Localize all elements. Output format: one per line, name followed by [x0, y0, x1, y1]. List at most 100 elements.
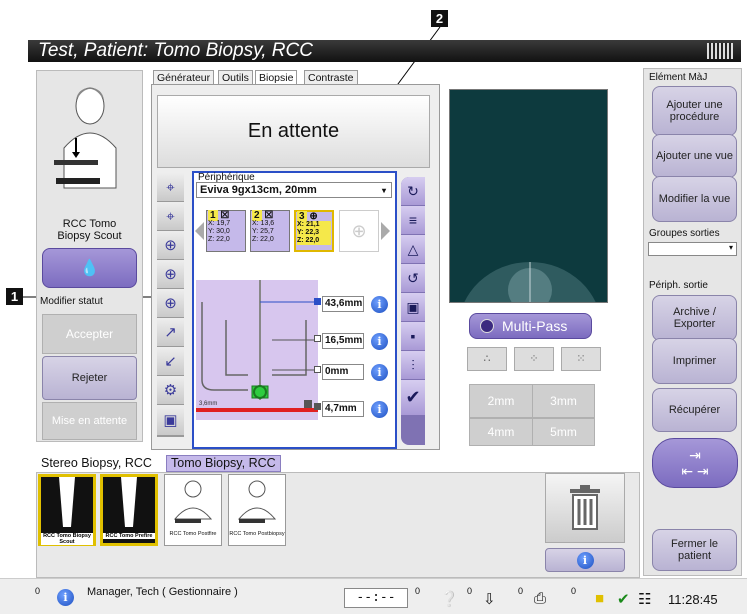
confirm-tool-icon[interactable]: ✔	[401, 380, 425, 416]
current-user: Manager, Tech ( Gestionnaire )	[87, 586, 238, 598]
thumbnail-postbiopsy[interactable]: RCC Tomo Postbiopsy	[228, 474, 286, 546]
note-icon[interactable]: ■	[595, 590, 604, 607]
paddle-center-icon: ⇥	[689, 447, 701, 463]
view-label: RCC Tomo Biopsy Scout	[57, 218, 122, 242]
patient-compression-icon	[54, 87, 117, 189]
depth-marker-3	[314, 366, 321, 373]
home-position-tool-icon[interactable]: ⚙	[157, 376, 184, 405]
device-select[interactable]: Eviva 9gx13cm, 20mm ▾	[196, 182, 392, 198]
tab-contrast[interactable]: Contraste	[304, 70, 358, 85]
tab-tools[interactable]: Outils	[218, 70, 253, 85]
trash-icon[interactable]	[545, 473, 625, 543]
split-tool-icon[interactable]: ⫶	[401, 351, 425, 380]
spacing-4mm-button[interactable]: 4mm	[469, 418, 532, 446]
target-next-arrow-icon[interactable]	[381, 222, 390, 240]
thumbnail-postfire[interactable]: RCC Tomo Postfire	[164, 474, 222, 546]
bottom-tool-icon[interactable]: ▣	[157, 405, 184, 436]
spacing-2mm-button[interactable]: 2mm	[469, 384, 532, 418]
tab-generator[interactable]: Générateur	[153, 70, 215, 85]
tip-tool-icon[interactable]: △	[401, 235, 425, 264]
target-prev-arrow-icon[interactable]	[195, 222, 204, 240]
add-view-button[interactable]: Ajouter une vue	[652, 134, 737, 178]
thumbnail-scout[interactable]: RCC Tomo Biopsy Scout	[38, 474, 96, 546]
output-groups-select[interactable]: ▾	[648, 242, 737, 256]
needle-icon: 💧	[79, 260, 100, 277]
status-info-icon[interactable]: i	[57, 589, 74, 606]
target-box-1[interactable]: 1 ☒ X: 19,7 Y: 30,0 Z: 22,0	[206, 210, 246, 252]
status-count-4: 0	[571, 586, 577, 596]
pattern-button-3[interactable]: ⁙	[561, 347, 601, 371]
target-2-x: X: 13,6	[252, 220, 275, 227]
multipass-button[interactable]: Multi-Pass	[469, 313, 592, 339]
queue-icon[interactable]: ⇩	[483, 590, 496, 608]
spacing-5mm-button[interactable]: 5mm	[532, 418, 595, 446]
monitor-tool-icon[interactable]: ▣	[401, 293, 425, 322]
output-devices-label: Périph. sortie	[649, 280, 708, 291]
needle-up-tool-icon[interactable]: ↗	[157, 318, 184, 347]
depth-marker-4	[314, 403, 321, 410]
status-clock: 11:28:45	[668, 592, 718, 607]
pending-button[interactable]: Mise en attente	[42, 402, 137, 440]
target-1-z: Z: 22,0	[208, 236, 230, 243]
needle-tools-toolbar: ↻ ≡ △ ↺ ▣ ▪ ⫶ ✔	[401, 177, 425, 445]
scout-image	[59, 477, 75, 527]
paddle-sides-icon: ⇤ ⇥	[681, 463, 709, 479]
output-groups-label: Groupes sorties	[649, 228, 720, 239]
info-icon-depth-1[interactable]: i	[371, 296, 388, 313]
target-warning-tool-icon[interactable]: ⊕	[157, 260, 184, 289]
info-icon-depth-4[interactable]: i	[371, 401, 388, 418]
help-icon[interactable]: ❔	[440, 590, 459, 608]
thumbnail-postbiopsy-label: RCC Tomo Postbiopsy	[229, 531, 285, 537]
depth-field-3: 0mm	[322, 364, 364, 380]
info-icon-depth-2[interactable]: i	[371, 333, 388, 350]
postfire-patient-icon	[173, 480, 213, 523]
tab-biopsy[interactable]: Biopsie	[255, 70, 298, 85]
target-move-tool-icon[interactable]: ⊕	[157, 231, 184, 260]
system-ok-icon[interactable]: ✔	[617, 590, 630, 608]
edit-view-button[interactable]: Modifier la vue	[652, 176, 737, 222]
target-align-tool-icon[interactable]: ⊕	[157, 289, 184, 318]
pattern-button-2[interactable]: ⁘	[514, 347, 554, 371]
pattern-button-1[interactable]: ∴	[467, 347, 507, 371]
reverse-tool-icon[interactable]: ↺	[401, 264, 425, 293]
printer-icon[interactable]: ⎙	[534, 590, 546, 607]
status-count-left: 0	[35, 586, 41, 596]
multipass-radio-icon	[480, 319, 494, 333]
image-viewport	[449, 89, 608, 303]
target-box-2[interactable]: 2 ☒ X: 13,6 Y: 25,7 Z: 22,0	[250, 210, 290, 252]
target-2-z: Z: 22,0	[252, 236, 274, 243]
info-icon-depth-3[interactable]: i	[371, 364, 388, 381]
prefire-image	[121, 477, 137, 527]
depth-marker-2	[314, 335, 321, 342]
target-delete-tool-icon[interactable]: ⌖	[157, 202, 184, 231]
thumbnail-info-button[interactable]: i	[545, 548, 625, 572]
thumbnail-prefire-label: RCC Tomo Prefire	[103, 533, 155, 539]
accept-button[interactable]: Accepter	[42, 314, 137, 354]
print-button[interactable]: Imprimer	[652, 338, 737, 384]
reject-button[interactable]: Rejeter	[42, 356, 137, 400]
needle-down-tool-icon[interactable]: ↙	[157, 347, 184, 376]
target-1-x: X: 19,7	[208, 220, 231, 227]
procedure-tab-tomo[interactable]: Tomo Biopsy, RCC	[166, 455, 281, 472]
ruler-tool-icon[interactable]: ≡	[401, 206, 425, 235]
chevron-down-icon: ▾	[381, 186, 386, 195]
needle-tool-icon[interactable]: ▪	[401, 322, 425, 351]
device-select-value: Eviva 9gx13cm, 20mm	[200, 184, 317, 196]
view-action-button[interactable]: 💧	[42, 248, 137, 288]
disk-icon[interactable]: ☷	[638, 590, 651, 608]
archive-export-button[interactable]: Archive / Exporter	[652, 295, 737, 341]
target-box-3[interactable]: 3 ⊕ X: 21,1 Y: 22,3 Z: 22,0	[294, 210, 334, 252]
rotate-tool-icon[interactable]: ↻	[401, 177, 425, 206]
target-1-y: Y: 30,0	[208, 228, 230, 235]
needle-depth-diagram: 3,6mm	[196, 280, 318, 420]
status-display: En attente	[157, 95, 430, 168]
close-patient-button[interactable]: Fermer le patient	[652, 529, 737, 571]
procedure-tab-stereo[interactable]: Stereo Biopsy, RCC	[38, 455, 155, 472]
add-procedure-button[interactable]: Ajouter une procédure	[652, 86, 737, 136]
target-accept-tool-icon[interactable]: ⌖	[157, 173, 184, 202]
paddle-shift-button[interactable]: ⇥ ⇤ ⇥	[652, 438, 738, 488]
thumbnail-prefire[interactable]: RCC Tomo Prefire	[100, 474, 158, 546]
postbiopsy-patient-icon	[237, 480, 277, 523]
spacing-3mm-button[interactable]: 3mm	[532, 384, 595, 418]
retrieve-button[interactable]: Récupérer	[652, 388, 737, 432]
